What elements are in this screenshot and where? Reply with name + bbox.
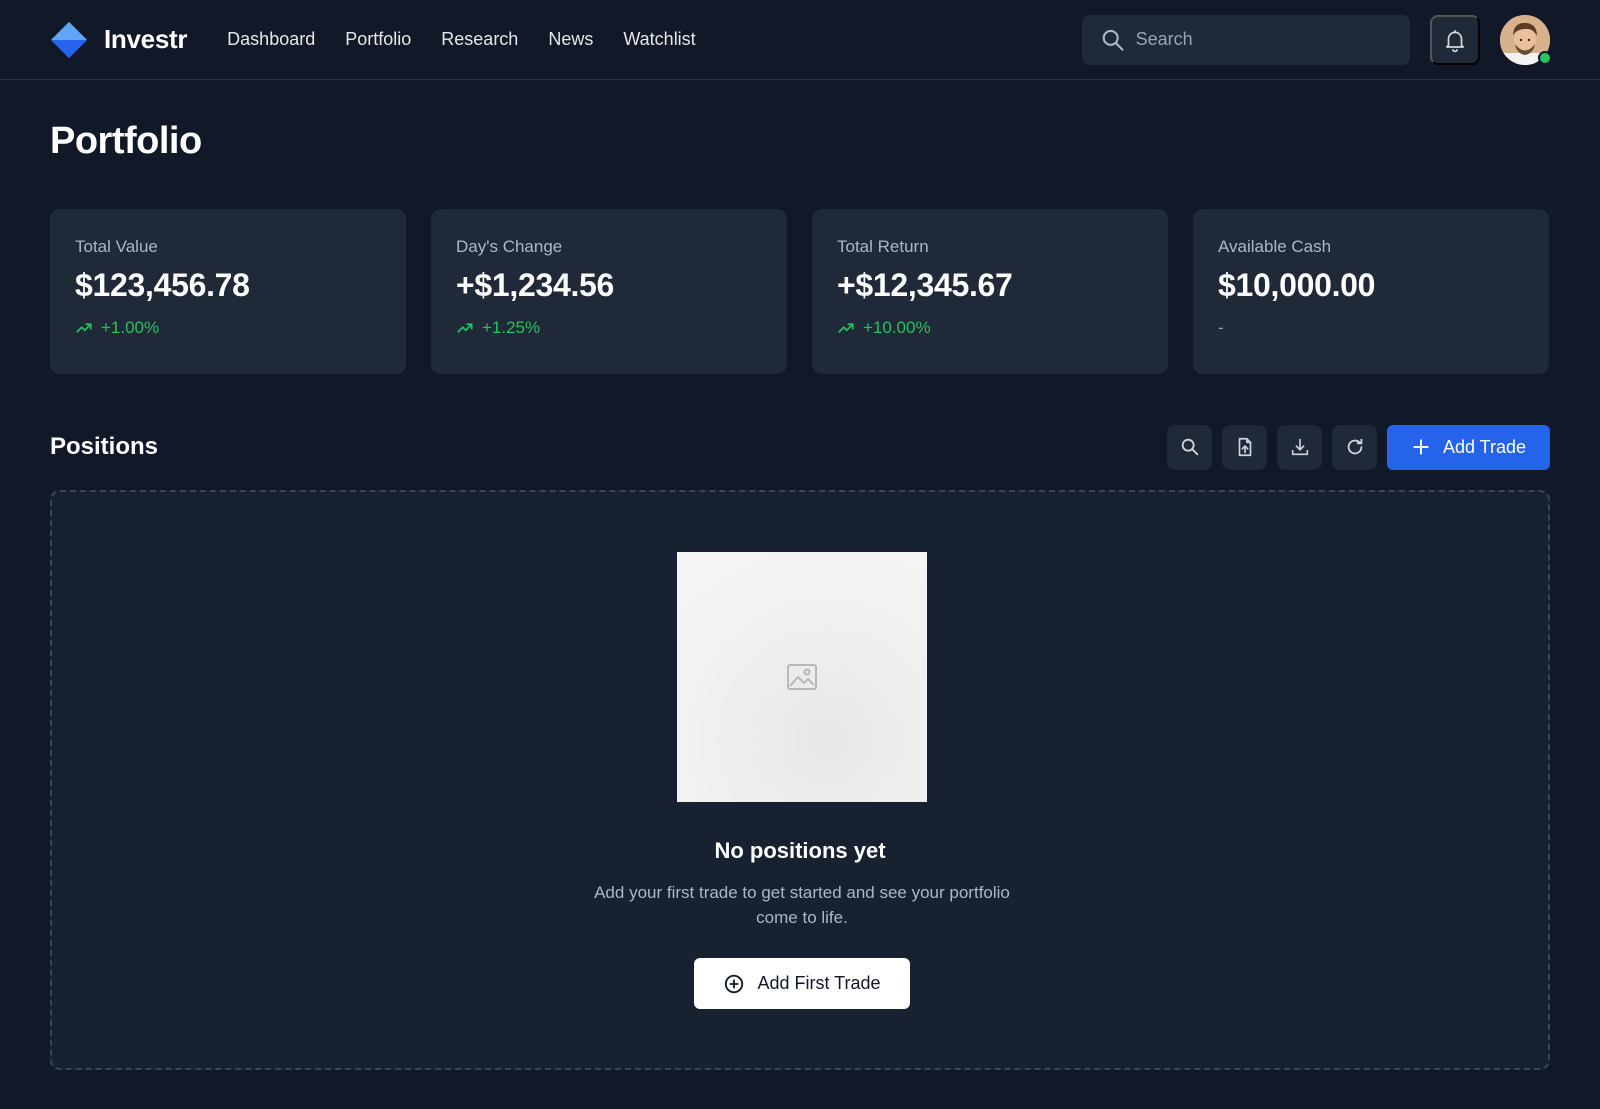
search-icon [1181,438,1198,456]
stat-change: +1.00% [75,318,381,338]
stat-card-days-change: Day's Change +$1,234.56 +1.25% [431,209,787,374]
stat-card-total-value: Total Value $123,456.78 +1.00% [50,209,406,374]
positions-header: Positions Add Trade [50,424,1550,470]
user-avatar-button[interactable] [1500,14,1552,65]
trending-up-icon [838,323,854,333]
brand[interactable]: Investr [50,21,187,59]
plus-circle-icon [725,974,744,993]
stat-value: +$12,345.67 [837,267,1013,303]
image-placeholder-icon [787,664,817,690]
refresh-icon [1347,438,1362,455]
stat-change-value: - [1218,318,1224,337]
summary-cards: Total Value $123,456.78 +1.00% Day's Cha… [50,209,1550,374]
search-box[interactable] [1082,14,1410,65]
stat-value: $10,000.00 [1218,267,1376,303]
stat-change: +1.25% [456,318,762,338]
nav-item-dashboard[interactable]: Dashboard [227,29,315,50]
nav-item-watchlist[interactable]: Watchlist [623,29,695,50]
brand-name: Investr [104,24,188,54]
add-trade-button[interactable]: Add Trade [1387,424,1550,470]
search-icon [1102,29,1124,51]
empty-state-illustration [677,552,927,802]
nav-item-news[interactable]: News [548,29,593,50]
stat-label: Available Cash [1218,237,1332,256]
main-nav: Dashboard Portfolio Research News Watchl… [227,29,696,50]
stat-value: +$1,234.56 [456,267,615,303]
search-input[interactable] [1135,29,1392,50]
empty-state-description: Add your first trade to get started and … [594,883,1010,927]
import-button[interactable] [1222,424,1267,470]
page-title: Portfolio [50,120,202,162]
bell-icon [1446,29,1464,52]
search-positions-button[interactable] [1167,424,1212,470]
stat-value: $123,456.78 [75,267,250,303]
add-first-trade-label: Add First Trade [757,973,881,993]
trending-up-icon [76,323,92,333]
positions-empty-state: No positions yet Add your first trade to… [50,490,1550,1070]
stat-change: - [1218,318,1524,338]
header-actions [1082,14,1552,65]
stat-label: Total Value [75,237,158,256]
refresh-button[interactable] [1332,424,1377,470]
stat-card-total-return: Total Return +$12,345.67 +10.00% [812,209,1168,374]
stat-change-value: +1.00% [101,318,160,337]
stat-change: +10.00% [837,318,1143,338]
export-button[interactable] [1277,424,1322,470]
section-title: Positions [50,433,159,460]
online-status-dot [1538,50,1552,65]
stat-label: Total Return [837,237,929,256]
notifications-button[interactable] [1430,14,1480,65]
add-trade-label: Add Trade [1442,436,1527,457]
stat-label: Day's Change [456,237,563,256]
trending-up-icon [457,323,473,333]
file-upload-icon [1238,437,1251,457]
positions-toolbar: Add Trade [1167,424,1550,470]
add-first-trade-button[interactable]: Add First Trade [694,958,910,1009]
stat-card-available-cash: Available Cash $10,000.00 - [1193,209,1549,374]
diamond-logo-icon [51,21,87,58]
empty-state-title: No positions yet [714,838,886,863]
stat-change-value: +10.00% [863,318,931,337]
nav-item-research[interactable]: Research [441,29,518,50]
nav-item-portfolio[interactable]: Portfolio [345,29,411,50]
stat-change-value: +1.25% [482,318,541,337]
download-icon [1291,438,1308,456]
top-navbar: Investr Dashboard Portfolio Research New… [0,0,1600,80]
plus-icon [1413,439,1429,455]
